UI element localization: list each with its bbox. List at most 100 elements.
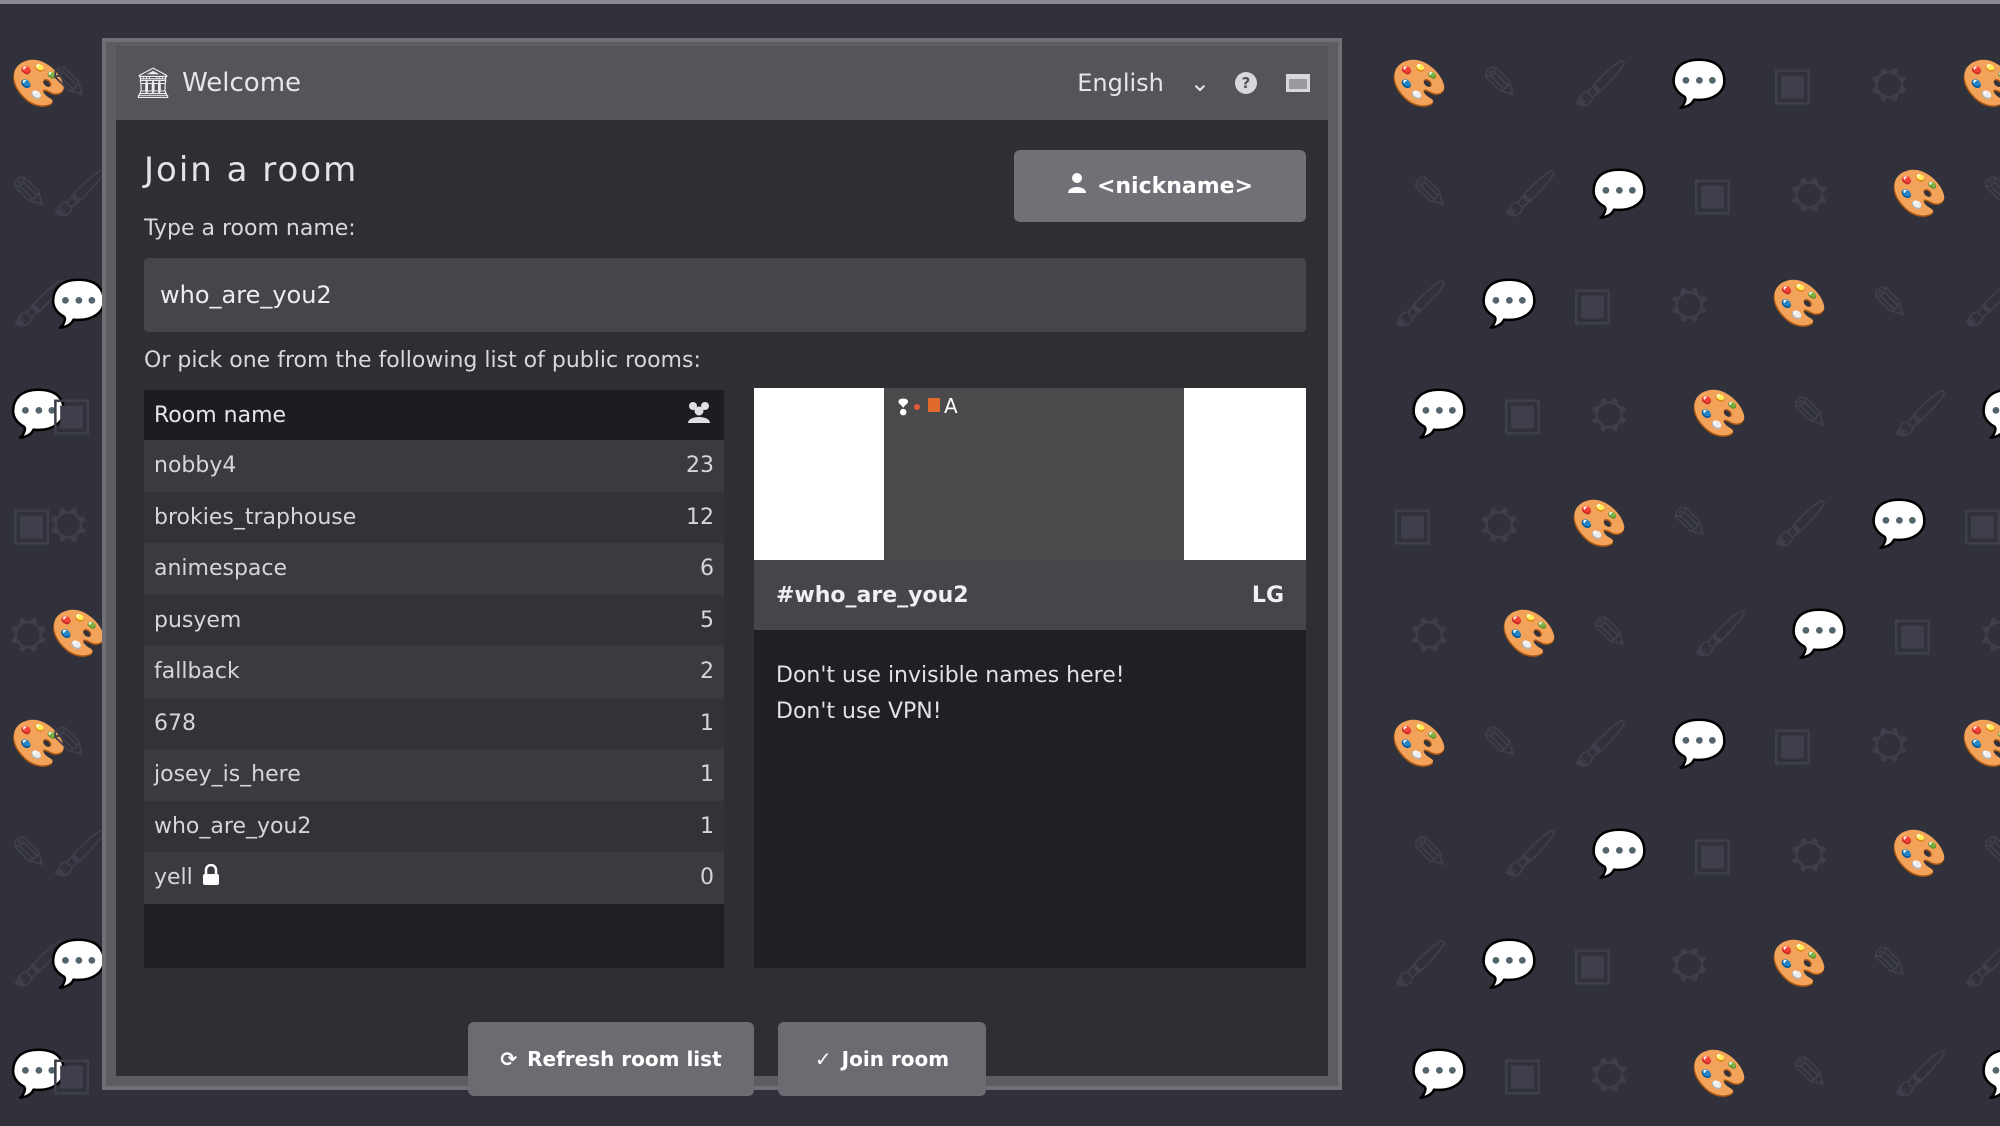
background-pattern-icon: 🎨: [1390, 56, 1449, 110]
room-list: Room name nobby4 23 brokies_traphouse 12 ani…: [144, 390, 724, 968]
room-list-user-count: 5: [700, 607, 714, 633]
background-pattern-icon: ⛭: [1480, 496, 1518, 550]
dialog-title: Welcome: [182, 68, 302, 98]
background-pattern-icon: ⛭: [10, 606, 47, 660]
background-pattern-icon: 🖌: [1890, 1046, 1950, 1100]
background-pattern-icon: 💬: [1870, 496, 1929, 550]
room-list-row[interactable]: pusyem 5: [144, 594, 724, 646]
help-icon[interactable]: ?: [1230, 67, 1262, 99]
room-list-name: fallback: [154, 659, 240, 685]
room-name-input[interactable]: [144, 258, 1306, 332]
background-pattern-icon: 💬: [1670, 56, 1729, 110]
room-list-row[interactable]: 678 1: [144, 697, 724, 749]
room-list-row[interactable]: josey_is_here 1: [144, 749, 724, 801]
preview-room-badge: LG: [1251, 582, 1284, 608]
preview-orange-mark: [928, 398, 940, 412]
background-pattern-icon: 🎨: [1570, 496, 1629, 550]
user-icon: [1067, 172, 1087, 200]
background-pattern-icon: ▣: [1770, 716, 1815, 770]
background-pattern-icon: 🎨: [1770, 276, 1829, 330]
lock-icon: [201, 863, 221, 892]
background-pattern-icon: 💬: [1670, 716, 1729, 770]
background-pattern-icon: ▣: [1960, 496, 2000, 550]
users-icon[interactable]: [684, 399, 714, 431]
background-pattern-icon: 🖌: [50, 166, 109, 220]
preview-letter: A: [944, 394, 958, 418]
background-pattern-icon: 🎨: [1390, 716, 1449, 770]
preview-room-name: #who_are_you2: [776, 582, 969, 608]
room-list-row[interactable]: yell 0: [144, 852, 724, 904]
description-line: Don't use invisible names here!: [776, 663, 1125, 688]
background-pattern-icon: 🎨: [1690, 1046, 1749, 1100]
room-list-header: Room name: [144, 390, 724, 440]
preview-room-bar: #who_are_you2 LG: [754, 560, 1306, 630]
background-pattern-icon: ▣: [50, 386, 94, 440]
room-list-name: brokies_traphouse: [154, 504, 357, 530]
room-list-name: animespace: [154, 556, 288, 582]
background-pattern-icon: ✎: [1790, 1046, 1830, 1100]
browser-top-line: [0, 0, 2000, 4]
background-pattern-icon: 🎨: [1690, 386, 1749, 440]
room-list-row[interactable]: nobby4 23: [144, 440, 724, 492]
background-pattern-icon: 🖌: [1890, 386, 1950, 440]
page-title: Join a room: [144, 150, 359, 190]
background-pattern-icon: 🎨: [1500, 606, 1559, 660]
description-line: Don't use VPN!: [776, 699, 942, 724]
check-icon: ✓: [814, 1047, 832, 1071]
background-pattern-icon: 🖌: [1390, 276, 1450, 330]
room-list-row[interactable]: animespace 6: [144, 543, 724, 595]
room-list-name: who_are_you2: [154, 813, 312, 839]
room-list-name-wrap: brokies_traphouse: [154, 505, 356, 530]
room-name-label: Type a room name:: [144, 216, 356, 241]
room-list-row[interactable]: brokies_traphouse 12: [144, 491, 724, 543]
room-list-row[interactable]: who_are_you2 1: [144, 800, 724, 852]
background-pattern-icon: 🖌: [50, 826, 109, 880]
room-name-column-header[interactable]: Room name: [154, 403, 286, 428]
background-pattern-icon: 💬: [50, 276, 108, 330]
language-select[interactable]: English ⌄: [1077, 69, 1210, 97]
preview-figure: ❢: [894, 396, 913, 421]
background-pattern-icon: 💬: [1590, 826, 1649, 880]
background-pattern-icon: ▣: [1390, 496, 1435, 550]
room-list-name: josey_is_here: [154, 762, 301, 788]
background-pattern-icon: 🎨: [50, 606, 108, 660]
background-pattern-icon: 💬: [50, 936, 108, 990]
dialog-titlebar[interactable]: 🏛 Welcome English ⌄ ?: [116, 46, 1328, 120]
room-list-row[interactable]: fallback 2: [144, 646, 724, 698]
room-list-user-count: 12: [686, 504, 714, 530]
room-list-name-wrap: nobby4: [154, 453, 236, 478]
background-pattern-icon: 🖌: [1960, 936, 2000, 990]
background-pattern-icon: ▣: [1500, 1046, 1545, 1100]
background-pattern-icon: ▣: [10, 496, 54, 550]
background-pattern-icon: ▣: [1500, 386, 1545, 440]
refresh-room-list-button[interactable]: ⟳ Refresh room list: [468, 1022, 754, 1096]
room-list-name: pusyem: [154, 607, 242, 633]
background-pattern-icon: ✎: [1480, 56, 1520, 110]
background-pattern-icon: ✎: [1670, 496, 1710, 550]
dialog-content: Join a room <nickname> Type a room name:…: [116, 120, 1328, 1096]
room-list-user-count: 1: [700, 710, 714, 736]
welcome-dialog: 🏛 Welcome English ⌄ ? Join a room <nickn…: [102, 38, 1342, 1096]
background-pattern-icon: ▣: [50, 1046, 94, 1100]
background-pattern-icon: 🖌: [1570, 716, 1630, 770]
room-list-name-wrap: fallback: [154, 659, 240, 684]
join-room-button[interactable]: ✓ Join room: [778, 1022, 986, 1096]
room-list-name-wrap: josey_is_here: [154, 762, 301, 787]
room-preview-image: ❢ A: [754, 388, 1306, 560]
window-icon[interactable]: [1282, 67, 1314, 99]
background-pattern-icon: ✎: [50, 56, 89, 110]
public-rooms-label: Or pick one from the following list of p…: [144, 348, 701, 373]
room-list-name: yell: [154, 865, 193, 891]
room-list-user-count: 23: [686, 453, 714, 479]
preview-canvas-area: ❢ A: [884, 388, 1184, 560]
background-pattern-icon: 🎨: [1890, 166, 1949, 220]
background-pattern-icon: ✎: [10, 166, 49, 220]
join-button-label: Join room: [841, 1047, 950, 1071]
room-list-user-count: 6: [700, 556, 714, 582]
nickname-button[interactable]: <nickname>: [1014, 150, 1306, 222]
background-pattern-icon: 🎨: [1770, 936, 1829, 990]
background-pattern-icon: 🖌: [1500, 166, 1560, 220]
background-pattern-icon: 💬: [1981, 1050, 2000, 1096]
background-pattern-icon: ✎: [50, 716, 89, 770]
background-pattern-icon: ⛭: [50, 496, 87, 550]
